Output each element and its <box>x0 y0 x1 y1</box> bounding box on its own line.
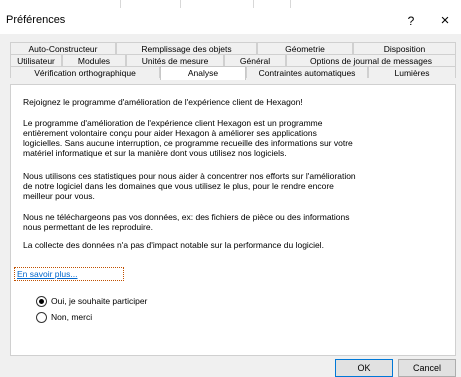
tab-analyse[interactable]: Analyse <box>160 66 246 80</box>
radio-participate-label: Oui, je souhaite participer <box>51 296 148 306</box>
preferences-dialog: Préférences ? × Auto-Constructeur Rempli… <box>0 8 461 377</box>
tab-options-de-journal[interactable]: Options de journal de messages <box>286 54 456 66</box>
radio-decline-label: Non, merci <box>51 312 93 322</box>
tab-auto-constructeur[interactable]: Auto-Constructeur <box>10 42 116 54</box>
text-line: de notre logiciel dans les domaines que … <box>23 181 334 191</box>
cancel-button[interactable]: Cancel <box>398 359 456 377</box>
close-button[interactable]: × <box>432 10 458 32</box>
tab-contraintes-automatiques[interactable]: Contraintes automatiques <box>246 66 368 78</box>
intro-text: Rejoignez le programme d'amélioration de… <box>23 97 303 107</box>
text-line: entièrement volontaire conçu pour aider … <box>23 128 317 138</box>
text-line: nous permettant de les reproduire. <box>23 222 153 232</box>
help-button[interactable]: ? <box>400 10 422 32</box>
text-line: Nous ne téléchargeons pas vos données, e… <box>23 212 350 222</box>
tab-modules[interactable]: Modules <box>62 54 126 66</box>
tab-lumieres[interactable]: Lumières <box>368 66 456 78</box>
program-description: Le programme d'amélioration de l'expérie… <box>23 118 443 158</box>
tab-unites-de-mesure[interactable]: Unités de mesure <box>126 54 224 66</box>
text-line: Nous utilisons ces statistiques pour nou… <box>23 171 356 181</box>
text-line: logicielles. Sans aucune interruption, c… <box>23 138 353 148</box>
text-line: Le programme d'amélioration de l'expérie… <box>23 118 323 128</box>
dialog-title: Préférences <box>6 14 66 26</box>
tab-remplissage-des-objets[interactable]: Remplissage des objets <box>116 42 257 54</box>
divider <box>253 0 254 8</box>
tab-verification-orthographique[interactable]: Vérification orthographique <box>10 66 160 78</box>
divider <box>120 0 121 8</box>
background-window-strip <box>0 0 461 8</box>
data-privacy-text: Nous ne téléchargeons pas vos données, e… <box>23 212 443 232</box>
radio-button-checked[interactable] <box>36 296 47 307</box>
tab-disposition[interactable]: Disposition <box>353 42 456 54</box>
divider <box>290 0 291 8</box>
text-line: matériel informatique et sur la manière … <box>23 148 287 158</box>
statistics-text: Nous utilisons ces statistiques pour nou… <box>23 171 443 201</box>
text-line: meilleur pour vous. <box>23 191 95 201</box>
learn-more-link[interactable]: En savoir plus... <box>14 267 124 281</box>
performance-text: La collecte des données n'a pas d'impact… <box>23 240 324 250</box>
ok-button[interactable]: OK <box>335 359 393 377</box>
tab-general[interactable]: Général <box>224 54 286 66</box>
tab-geometrie[interactable]: Géometrie <box>257 42 353 54</box>
radio-button-unchecked[interactable] <box>36 312 47 323</box>
divider <box>180 0 181 8</box>
title-bar: Préférences ? × <box>0 8 461 34</box>
tab-utilisateur[interactable]: Utilisateur <box>10 54 62 66</box>
